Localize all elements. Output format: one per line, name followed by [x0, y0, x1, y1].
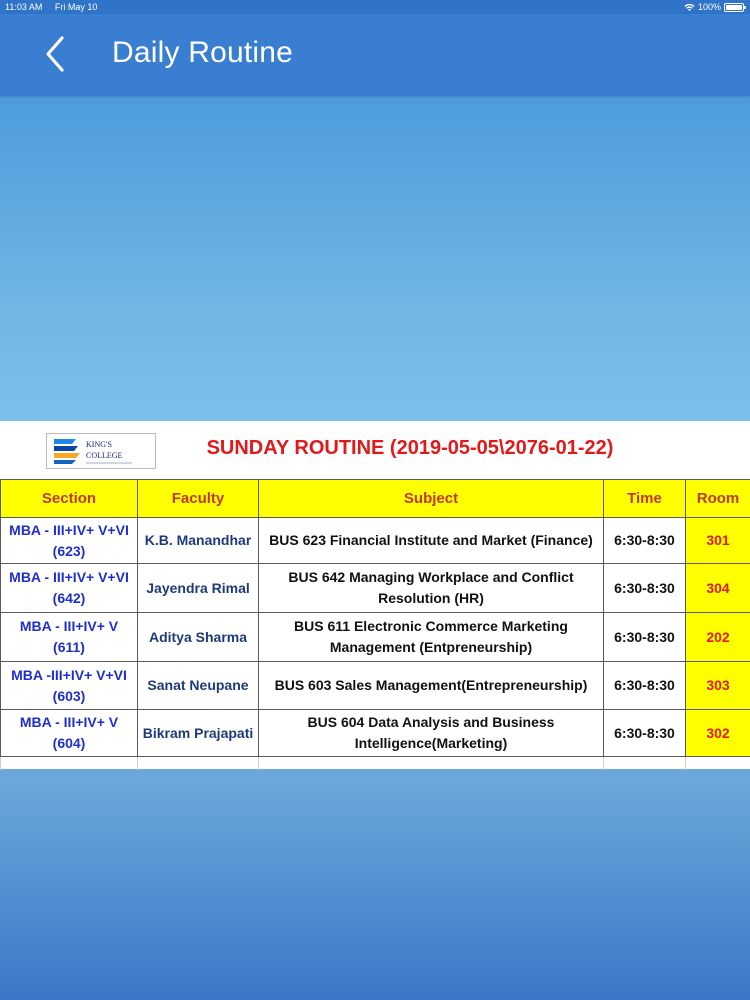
subject-line: BUS 623 Financial Institute and Market (… [269, 532, 593, 548]
subject-cell: BUS 623 Financial Institute and Market (… [258, 517, 604, 564]
time-cell: 6:30-8:30 [603, 517, 686, 564]
faculty-cell: K.B. Manandhar [137, 517, 259, 564]
wifi-icon [684, 3, 695, 11]
table-header-row: Section Faculty Subject Time Room [0, 479, 750, 518]
header-section: Section [0, 479, 138, 518]
table-row: MBA - III+IV+ V+VI (642) Jayendra Rimal … [0, 563, 750, 613]
section-line: MBA - III+IV+ V+VI [9, 521, 129, 538]
status-time: 11:03 AM [5, 2, 43, 12]
section-line: MBA - III+IV+ V+VI [9, 569, 129, 585]
routine-table: Section Faculty Subject Time Room MBA - … [0, 479, 750, 770]
section-line: MBA - III+IV+ V [19, 714, 119, 730]
empty-cell [137, 756, 259, 770]
routine-title: SUNDAY ROUTINE (2019-05-05\2076-01-22) [206, 437, 614, 459]
room-cell: 202 [685, 612, 750, 662]
battery-fill [726, 4, 742, 10]
subject-line: Management (Entpreneurship) [329, 639, 533, 655]
chevron-left-icon [46, 36, 64, 72]
back-button[interactable] [36, 34, 76, 74]
room-cell: 303 [685, 661, 750, 710]
faculty-cell: Jayendra Rimal [137, 563, 259, 613]
subject-cell: BUS 611 Electronic Commerce Marketing Ma… [258, 612, 604, 662]
routine-image: KING'S COLLEGE SUNDAY ROUTINE (2019-05-0… [0, 421, 750, 770]
subject-cell: BUS 603 Sales Management(Entrepreneurshi… [258, 661, 604, 710]
faculty-cell: Bikram Prajapati [137, 709, 259, 757]
room-cell: 301 [685, 517, 750, 564]
subject-line: BUS 603 Sales Management(Entrepreneurshi… [274, 677, 588, 693]
empty-cell [685, 756, 750, 770]
section-cell: MBA - III+IV+ V+VI (642) [0, 563, 138, 613]
header-subject: Subject [258, 479, 604, 518]
battery-percent: 100% [697, 2, 721, 12]
status-right: 100% [684, 0, 746, 14]
status-bar: 11:03 AM Fri May 10 100% [0, 0, 750, 14]
section-code: (603) [52, 687, 86, 704]
page-title: Daily Routine [112, 36, 294, 69]
subject-cell: BUS 604 Data Analysis and Business Intel… [258, 709, 604, 757]
section-line: MBA -III+IV+ V+VI [11, 666, 127, 683]
table-row: MBA - III+IV+ V+VI (623) K.B. Manandhar … [0, 517, 750, 564]
status-left: 11:03 AM Fri May 10 [5, 0, 97, 14]
header-faculty: Faculty [137, 479, 259, 518]
faculty-cell: Sanat Neupane [137, 661, 259, 710]
empty-cell [258, 756, 604, 770]
subject-line: BUS 604 Data Analysis and Business [307, 714, 555, 730]
navigation-bar: Daily Routine [0, 14, 750, 96]
section-cell: MBA - III+IV+ V (604) [0, 709, 138, 757]
subject-line: Intelligence(Marketing) [354, 735, 508, 751]
room-cell: 302 [685, 709, 750, 757]
header-room: Room [685, 479, 750, 518]
time-cell: 6:30-8:30 [603, 612, 686, 662]
subject-line: BUS 642 Managing Workplace and Conflict [288, 569, 574, 585]
subject-line: Resolution (HR) [378, 590, 484, 606]
time-cell: 6:30-8:30 [603, 563, 686, 613]
battery-icon [724, 2, 746, 12]
section-cell: MBA - III+IV+ V+VI (623) [0, 517, 138, 564]
section-cell: MBA -III+IV+ V+VI (603) [0, 661, 138, 710]
empty-row [0, 756, 750, 770]
room-cell: 304 [685, 563, 750, 613]
table-row: MBA -III+IV+ V+VI (603) Sanat Neupane BU… [0, 661, 750, 710]
status-date: Fri May 10 [54, 2, 98, 12]
table-row: MBA - III+IV+ V (611) Aditya Sharma BUS … [0, 612, 750, 662]
section-code: (611) [53, 639, 85, 655]
subject-line: BUS 611 Electronic Commerce Marketing [294, 618, 568, 634]
section-line: MBA - III+IV+ V [19, 618, 119, 634]
empty-cell [0, 756, 138, 770]
section-code: (623) [52, 542, 86, 559]
section-code: (642) [52, 590, 86, 606]
time-cell: 6:30-8:30 [603, 661, 686, 710]
time-cell: 6:30-8:30 [603, 709, 686, 757]
section-code: (604) [52, 735, 86, 751]
routine-header: KING'S COLLEGE SUNDAY ROUTINE (2019-05-0… [0, 421, 750, 478]
section-cell: MBA - III+IV+ V (611) [0, 612, 138, 662]
faculty-cell: Aditya Sharma [137, 612, 259, 662]
subject-cell: BUS 642 Managing Workplace and Conflict … [258, 563, 604, 613]
empty-cell [603, 756, 686, 770]
table-row: MBA - III+IV+ V (604) Bikram Prajapati B… [0, 709, 750, 757]
header-time: Time [603, 479, 686, 518]
